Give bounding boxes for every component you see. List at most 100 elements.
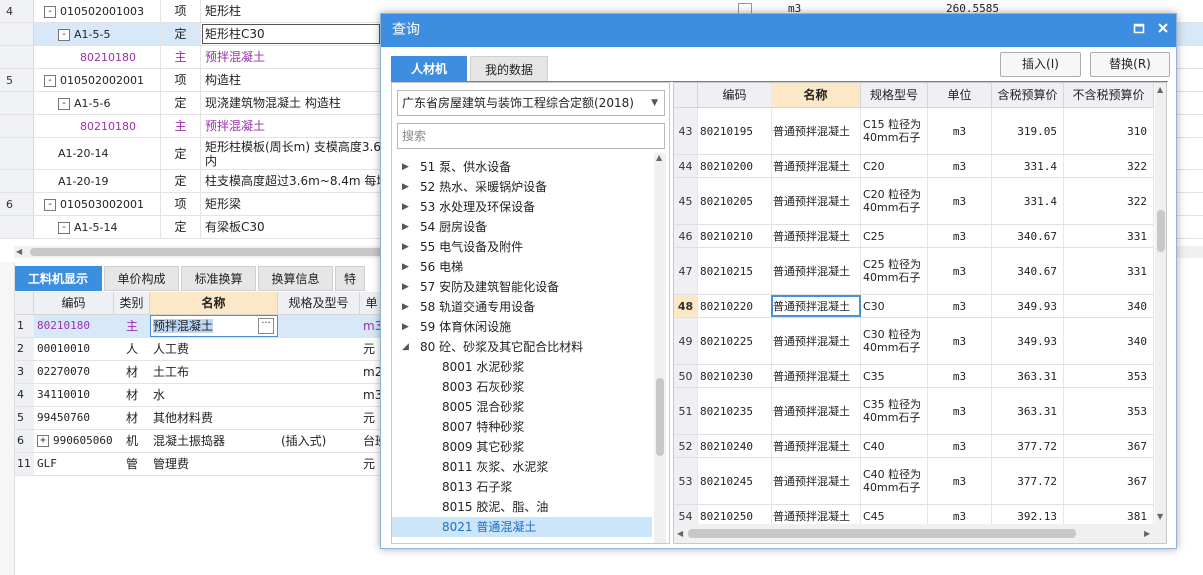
close-icon[interactable] <box>1155 22 1171 38</box>
cell-name[interactable]: 普通预拌混凝土 <box>771 155 861 177</box>
table-scroll-thumb[interactable] <box>1157 210 1165 252</box>
detail-tab[interactable]: 特 <box>335 266 365 291</box>
expand-icon[interactable]: + <box>37 435 49 447</box>
tree-child-item[interactable]: 8007 特种砂浆 <box>392 417 652 437</box>
scroll-thumb[interactable] <box>30 248 390 256</box>
tree-child-item[interactable]: 8021 普通混凝土 <box>392 517 652 537</box>
cell-name[interactable]: 普通预拌混凝土 <box>771 388 861 434</box>
insert-button[interactable]: 插入(I) <box>1000 52 1081 77</box>
table-header[interactable]: 规格型号 <box>861 83 928 108</box>
chevron-down-icon[interactable]: ▼ <box>651 91 658 115</box>
table-row[interactable]: 11 GLF 管 管理费 元 <box>14 453 384 476</box>
tree-category-item[interactable]: ▶ 57 安防及建筑智能化设备 <box>392 277 652 297</box>
collapsed-arrow-icon[interactable]: ▶ <box>402 277 409 297</box>
row-name[interactable]: 矩形柱C30 <box>201 23 381 45</box>
replace-button[interactable]: 替换(R) <box>1090 52 1170 77</box>
cell-code[interactable]: 80210235 <box>698 388 772 434</box>
row-name[interactable]: 预拌混凝土 <box>201 46 381 68</box>
maximize-icon[interactable] <box>1131 22 1147 38</box>
cell-p2[interactable]: 367 <box>1064 435 1154 457</box>
cell-unit[interactable]: m3 <box>928 388 992 434</box>
table-row[interactable]: 6+990605060机混凝土振捣器(插入式)台班 <box>14 430 384 453</box>
more-icon[interactable]: ··· <box>258 318 274 334</box>
table-row[interactable]: 2 00010010 人 人工费 元 <box>14 338 384 361</box>
cell-spec[interactable]: C40 粒径为40mm石子 <box>861 458 928 504</box>
cell-unit[interactable]: m3 <box>928 248 992 294</box>
table-row[interactable]: 51 80210235 普通预拌混凝土 C35 粒径为40mm石子 m3 363.31 35… <box>674 388 1154 435</box>
tree-child-item[interactable]: 8003 石灰砂浆 <box>392 377 652 397</box>
collapse-icon[interactable]: - <box>58 222 70 234</box>
detail-tab[interactable]: 标准换算 <box>181 266 256 291</box>
cell-p2[interactable]: 322 <box>1064 155 1154 177</box>
cell-code[interactable]: 80210230 <box>698 365 772 387</box>
cell-code[interactable]: 80210245 <box>698 458 772 504</box>
cell-p2[interactable]: 340 <box>1064 318 1154 364</box>
cell-unit[interactable]: m3 <box>928 435 992 457</box>
cell-unit[interactable]: m3 <box>928 108 992 154</box>
cell-code[interactable]: 80210240 <box>698 435 772 457</box>
table-hscroll-thumb[interactable] <box>688 529 1076 538</box>
tree-category-item[interactable]: ▶ 55 电气设备及附件 <box>392 237 652 257</box>
table-row[interactable]: 47 80210215 普通预拌混凝土 C25 粒径为40mm石子 m3 340.67 33… <box>674 248 1154 295</box>
collapse-icon[interactable]: - <box>58 98 70 110</box>
tree-child-item-partial[interactable] <box>392 537 652 543</box>
tree-scroll-thumb[interactable] <box>656 378 664 456</box>
collapsed-arrow-icon[interactable]: ▶ <box>402 297 409 317</box>
expanded-arrow-icon[interactable]: ◢ <box>402 337 409 357</box>
table-row[interactable]: 5 99450760 材 其他材料费 元 <box>14 407 384 430</box>
cell-unit[interactable]: m3 <box>928 178 992 224</box>
table-row[interactable]: 46 80210210 普通预拌混凝土 C25 m3 340.67 331 <box>674 225 1154 248</box>
scroll-right-icon[interactable]: ▶ <box>1144 529 1150 538</box>
row-code[interactable]: - A1-5-6 <box>34 92 161 114</box>
cell-p1[interactable]: 340.67 <box>992 248 1064 294</box>
cell-unit[interactable]: m3 <box>928 458 992 504</box>
cell-name[interactable]: 水 <box>150 384 278 406</box>
collapse-icon[interactable]: - <box>44 75 56 87</box>
cell-p2[interactable]: 331 <box>1064 225 1154 247</box>
tree-category-item[interactable]: ▶ 58 轨道交通专用设备 <box>392 297 652 317</box>
cell-name[interactable]: 人工费 <box>150 338 278 360</box>
tree-child-item[interactable]: 8005 混合砂浆 <box>392 397 652 417</box>
tree-category-item[interactable]: ▶ 51 泵、供水设备 <box>392 157 652 177</box>
cell-spec[interactable]: C15 粒径为40mm石子 <box>861 108 928 154</box>
table-header[interactable]: 含税预算价 <box>992 83 1064 108</box>
row-name[interactable]: 预拌混凝土 <box>201 115 381 137</box>
collapsed-arrow-icon[interactable]: ▶ <box>402 257 409 277</box>
grid-header[interactable]: 编码 <box>34 292 114 315</box>
cell-p2[interactable]: 331 <box>1064 248 1154 294</box>
table-row[interactable]: 50 80210230 普通预拌混凝土 C35 m3 363.31 353 <box>674 365 1154 388</box>
scroll-up-icon[interactable]: ▲ <box>1157 85 1163 94</box>
tree-child-item[interactable]: 8009 其它砂浆 <box>392 437 652 457</box>
cell-spec[interactable]: C40 <box>861 435 928 457</box>
cell-name[interactable]: 其他材料费 <box>150 407 278 429</box>
row-name[interactable]: 柱支模高度超过3.6m~8.4m 每增加 <box>201 170 381 192</box>
scroll-left-icon[interactable]: ◀ <box>16 246 22 258</box>
table-row[interactable]: 48 80210220 普通预拌混凝土 C30 m3 349.93 340 <box>674 295 1154 318</box>
tree-child-item[interactable]: 8001 水泥砂浆 <box>392 357 652 377</box>
cell-name[interactable]: 普通预拌混凝土 <box>771 458 861 504</box>
cell-name[interactable]: 普通预拌混凝土 <box>771 248 861 294</box>
grid-header[interactable]: 名称 <box>150 292 278 315</box>
cell-p1[interactable]: 377.72 <box>992 458 1064 504</box>
cell-name[interactable]: 预拌混凝土 ··· <box>150 315 278 337</box>
table-row[interactable]: 52 80210240 普通预拌混凝土 C40 m3 377.72 367 <box>674 435 1154 458</box>
tree-category-item[interactable]: ▶ 52 热水、采暖锅炉设备 <box>392 177 652 197</box>
cell-name[interactable]: 土工布 <box>150 361 278 383</box>
tree-category-item[interactable]: ▶ 56 电梯 <box>392 257 652 277</box>
cell-unit[interactable]: m3 <box>928 318 992 364</box>
row-code[interactable]: -010503002001 <box>34 193 161 215</box>
cell-code[interactable]: 80210200 <box>698 155 772 177</box>
collapsed-arrow-icon[interactable]: ▶ <box>402 237 409 257</box>
tree-child-item[interactable]: 8011 灰浆、水泥浆 <box>392 457 652 477</box>
detail-tab[interactable]: 单价构成 <box>104 266 179 291</box>
cell-p1[interactable]: 340.67 <box>992 225 1064 247</box>
table-hscrollbar[interactable]: ◀ ▶ <box>674 524 1166 543</box>
row-name[interactable]: 矩形梁 <box>201 193 381 215</box>
scroll-up-icon[interactable]: ▲ <box>656 153 662 162</box>
cell-p1[interactable]: 363.31 <box>992 388 1064 434</box>
cell-p2[interactable]: 310 <box>1064 108 1154 154</box>
scroll-down-icon[interactable]: ▼ <box>1157 512 1163 521</box>
row-code[interactable]: 80210180 <box>34 115 161 137</box>
table-row[interactable]: 45 80210205 普通预拌混凝土 C20 粒径为40mm石子 m3 331.4 322 <box>674 178 1154 225</box>
table-row[interactable]: 4 34110010 材水 m3 <box>14 384 384 407</box>
